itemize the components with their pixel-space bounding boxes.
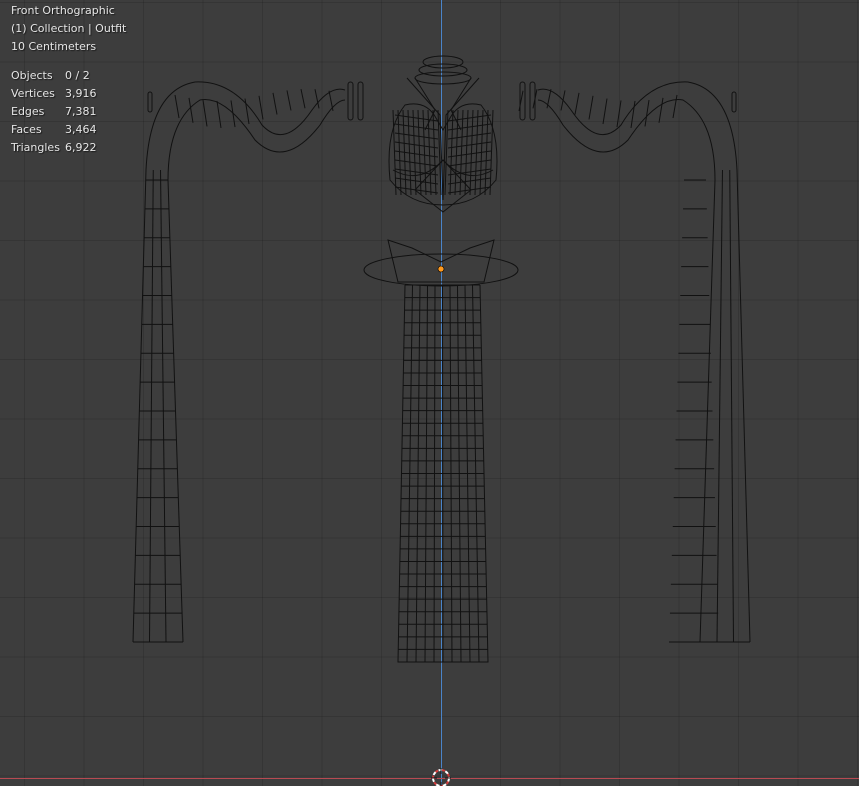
view-name: Front Orthographic bbox=[11, 4, 115, 17]
left-sleeve-mesh[interactable] bbox=[132, 81, 346, 643]
3d-viewport[interactable]: Front Orthographic (1) Collection | Outf… bbox=[0, 0, 859, 786]
scene-statistics: Objects 0 / 2 Vertices 3,916 Edges 7,381 Fa… bbox=[11, 67, 126, 157]
outfit-wireframe[interactable] bbox=[0, 0, 859, 786]
stat-row-edges: Edges 7,381 bbox=[11, 105, 97, 118]
collection-label: (1) Collection | Outfit bbox=[11, 22, 127, 35]
viewport-info-overlay: Front Orthographic (1) Collection | Outf… bbox=[11, 2, 126, 157]
stat-row-triangles: Triangles 6,922 bbox=[11, 141, 97, 154]
stat-row-objects: Objects 0 / 2 bbox=[11, 69, 90, 82]
3d-cursor-icon[interactable] bbox=[431, 768, 451, 786]
stat-row-faces: Faces 3,464 bbox=[11, 123, 97, 136]
scale-label: 10 Centimeters bbox=[11, 40, 97, 53]
top-mesh[interactable] bbox=[388, 55, 498, 213]
right-sleeve-mesh[interactable] bbox=[518, 81, 751, 643]
stat-row-vertices: Vertices 3,916 bbox=[11, 87, 97, 100]
skirt-mesh[interactable] bbox=[363, 239, 519, 663]
object-origin-icon[interactable] bbox=[437, 265, 445, 273]
pin-meshes bbox=[147, 81, 737, 121]
